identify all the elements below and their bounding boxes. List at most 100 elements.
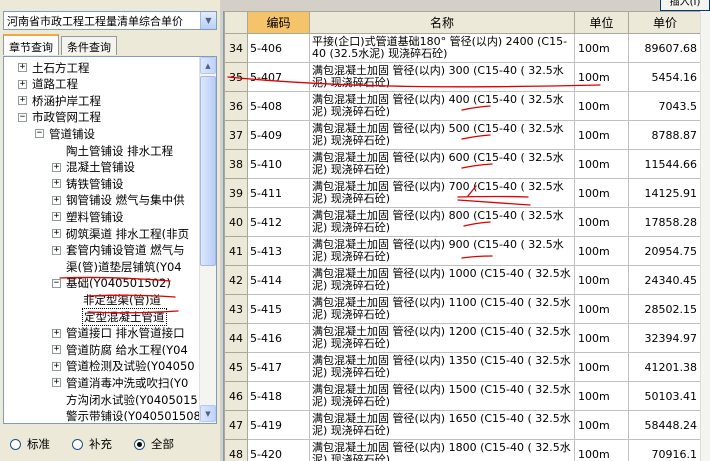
collapse-icon[interactable]: −: [18, 112, 27, 122]
scroll-up-icon[interactable]: ▲: [200, 57, 216, 74]
tree-node[interactable]: + 道路工程: [18, 76, 79, 93]
row-name: 满包混凝土加固 管径(以内) 300 (C15-40 ( 32.5水泥) 现浇碎…: [309, 62, 575, 92]
library-select-value: 河南省市政工程工程量清单综合单价: [7, 14, 183, 28]
row-unit: 100m: [574, 410, 629, 440]
expand-icon[interactable]: +: [52, 229, 61, 238]
table-row[interactable]: 41 5-413 满包混凝土加固 管径(以内) 900 (C15-40 ( 32.5…: [224, 236, 702, 266]
filter-supplement[interactable]: 补充: [72, 436, 112, 452]
tree-node[interactable]: + 管道接口 排水管道接口: [52, 325, 186, 342]
insert-button[interactable]: 插入(I): [660, 0, 710, 11]
expand-icon[interactable]: +: [52, 212, 61, 222]
radio-checked-icon[interactable]: [134, 438, 145, 450]
header-name[interactable]: 名称: [309, 11, 575, 34]
expand-icon[interactable]: +: [52, 245, 61, 255]
tree-node-label: 管道检测及试验(Y04050: [66, 359, 195, 374]
row-name: 满包混凝土加固 管径(以内) 900 (C15-40 ( 32.5水泥) 现浇碎…: [309, 236, 575, 266]
tree-node[interactable]: + 桥涵护岸工程: [18, 92, 102, 109]
tree-node[interactable]: 警示带铺设(Y040501508: [65, 408, 202, 424]
table-row[interactable]: 46 5-418 满包混凝土加固 管径(以内) 1500 (C15-40 ( 32.…: [224, 381, 702, 411]
row-price: 70916.1: [628, 439, 702, 461]
scroll-down-icon[interactable]: ▼: [200, 405, 216, 422]
table-row[interactable]: 38 5-410 满包混凝土加固 管径(以内) 600 (C15-40 ( 32.5…: [224, 149, 702, 179]
tree-node[interactable]: + 塑料管铺设: [52, 208, 125, 225]
tree-node[interactable]: − 管道铺设: [35, 125, 96, 142]
row-unit: 100m: [574, 236, 629, 266]
tree-vertical-scrollbar[interactable]: ▲ ▼: [199, 57, 216, 423]
table-row[interactable]: 39 5-411 满包混凝土加固 管径(以内) 700 (C15-40 ( 32.5…: [224, 178, 702, 208]
tree-node[interactable]: + 管道防腐 给水工程(Y04: [52, 341, 189, 358]
filter-all[interactable]: 全部: [134, 436, 174, 452]
tree-node-label: 定型混凝土管道: [82, 307, 167, 326]
tree-node-label: 警示带铺设(Y040501508: [66, 409, 201, 424]
tree-node[interactable]: + 土石方工程: [18, 59, 91, 76]
row-price: 89607.68: [628, 33, 702, 63]
tree-node[interactable]: − 基础(Y040501502): [52, 275, 172, 292]
expand-icon[interactable]: +: [52, 378, 61, 388]
library-select[interactable]: 河南省市政工程工程量清单综合单价 ▼: [3, 11, 217, 30]
expand-icon[interactable]: +: [18, 79, 27, 89]
tree-scroll-thumb[interactable]: [200, 76, 216, 266]
table-row[interactable]: 45 5-417 满包混凝土加固 管径(以内) 1350 (C15-40 ( 32.…: [224, 352, 702, 382]
row-unit: 100m: [574, 149, 629, 179]
tree-node[interactable]: 定型混凝土管道: [82, 307, 167, 326]
radio-icon[interactable]: [72, 438, 83, 450]
tree-node[interactable]: + 套管内铺设管道 燃气与: [52, 242, 186, 259]
tree-node[interactable]: 渠(管)道垫层铺筑(Y04: [65, 258, 183, 275]
row-index: 40: [224, 207, 248, 237]
table-vertical-scrollbar[interactable]: [700, 11, 710, 461]
filter-standard[interactable]: 标准: [10, 436, 50, 452]
expand-icon[interactable]: +: [52, 162, 61, 172]
collapse-icon[interactable]: −: [35, 129, 44, 139]
tree-node[interactable]: − 市政管网工程: [18, 109, 102, 126]
expand-icon[interactable]: +: [52, 361, 61, 371]
row-unit: 100m: [574, 120, 629, 150]
tree-node[interactable]: + 钢管铺设 燃气与集中供: [52, 192, 186, 209]
filter-radio-group: 标准 补充 全部: [10, 436, 174, 452]
tab-chapter-query[interactable]: 章节查询: [3, 34, 59, 55]
tree-node[interactable]: + 砌筑渠道 排水工程(非页: [52, 225, 190, 242]
table-row[interactable]: 42 5-414 满包混凝土加固 管径(以内) 1000 (C15-40 ( 32.…: [224, 265, 702, 295]
tree-node[interactable]: + 混凝土管铺设: [52, 159, 136, 176]
expand-icon[interactable]: +: [18, 96, 27, 106]
table-row[interactable]: 37 5-409 满包混凝土加固 管径(以内) 500 (C15-40 ( 32.5…: [224, 120, 702, 150]
tree-node-label: 管道铺设: [49, 126, 95, 141]
tree-node[interactable]: + 管道消毒冲洗或吹扫(Y0: [52, 374, 189, 391]
tree-node-label: 塑料管铺设: [66, 209, 124, 224]
tree-node[interactable]: + 铸铁管铺设: [52, 175, 125, 192]
table-row[interactable]: 36 5-408 满包混凝土加固 管径(以内) 400 (C15-40 ( 32.5…: [224, 91, 702, 121]
table-row[interactable]: 48 5-420 满包混凝土加固 管径(以内) 1800 (C15-40 ( 32.…: [224, 439, 702, 461]
tree-node[interactable]: 陶土管铺设 排水工程: [65, 142, 174, 159]
row-code: 5-417: [247, 352, 310, 382]
tree-node-label: 钢管铺设 燃气与集中供: [66, 193, 185, 208]
row-index: 38: [224, 149, 248, 179]
quota-table: 编码 名称 单位 单价 34 5-406 平接(企口)式管道基础180° 管径(以内…: [224, 11, 702, 461]
header-unit[interactable]: 单位: [574, 11, 629, 34]
expand-icon[interactable]: +: [52, 195, 61, 205]
header-code[interactable]: 编码: [247, 11, 310, 34]
header-price[interactable]: 单价: [628, 11, 702, 34]
expand-icon[interactable]: +: [52, 345, 61, 355]
row-unit: 100m: [574, 207, 629, 237]
table-row[interactable]: 43 5-415 满包混凝土加固 管径(以内) 1100 (C15-40 ( 32.…: [224, 294, 702, 324]
table-row[interactable]: 40 5-412 满包混凝土加固 管径(以内) 800 (C15-40 ( 32.5…: [224, 207, 702, 237]
tab-condition-query[interactable]: 条件查询: [61, 36, 117, 55]
radio-icon[interactable]: [10, 438, 21, 450]
expand-icon[interactable]: +: [52, 179, 61, 189]
table-row[interactable]: 47 5-419 满包混凝土加固 管径(以内) 1650 (C15-40 ( 32.…: [224, 410, 702, 440]
row-index: 45: [224, 352, 248, 382]
row-index: 48: [224, 439, 248, 461]
collapse-icon[interactable]: −: [52, 278, 61, 288]
table-row[interactable]: 35 5-407 满包混凝土加固 管径(以内) 300 (C15-40 ( 32.5…: [224, 62, 702, 92]
tree-node-label: 基础(Y040501502): [66, 276, 171, 291]
tree-node[interactable]: 方沟闭水试验(Y0405015: [65, 391, 199, 408]
expand-icon[interactable]: +: [52, 328, 61, 338]
expand-icon[interactable]: +: [18, 63, 27, 72]
tree-node[interactable]: 非定型渠(管)道: [82, 291, 162, 308]
row-price: 50103.41: [628, 381, 702, 411]
chevron-down-icon[interactable]: ▼: [200, 12, 216, 29]
tree-node-label: 非定型渠(管)道: [83, 292, 161, 307]
table-row[interactable]: 34 5-406 平接(企口)式管道基础180° 管径(以内) 2400 (C15-…: [224, 33, 702, 63]
tree-node-label: 渠(管)道垫层铺筑(Y04: [66, 259, 182, 274]
table-row[interactable]: 44 5-416 满包混凝土加固 管径(以内) 1200 (C15-40 ( 32.…: [224, 323, 702, 353]
tree-node[interactable]: + 管道检测及试验(Y04050: [52, 358, 196, 375]
